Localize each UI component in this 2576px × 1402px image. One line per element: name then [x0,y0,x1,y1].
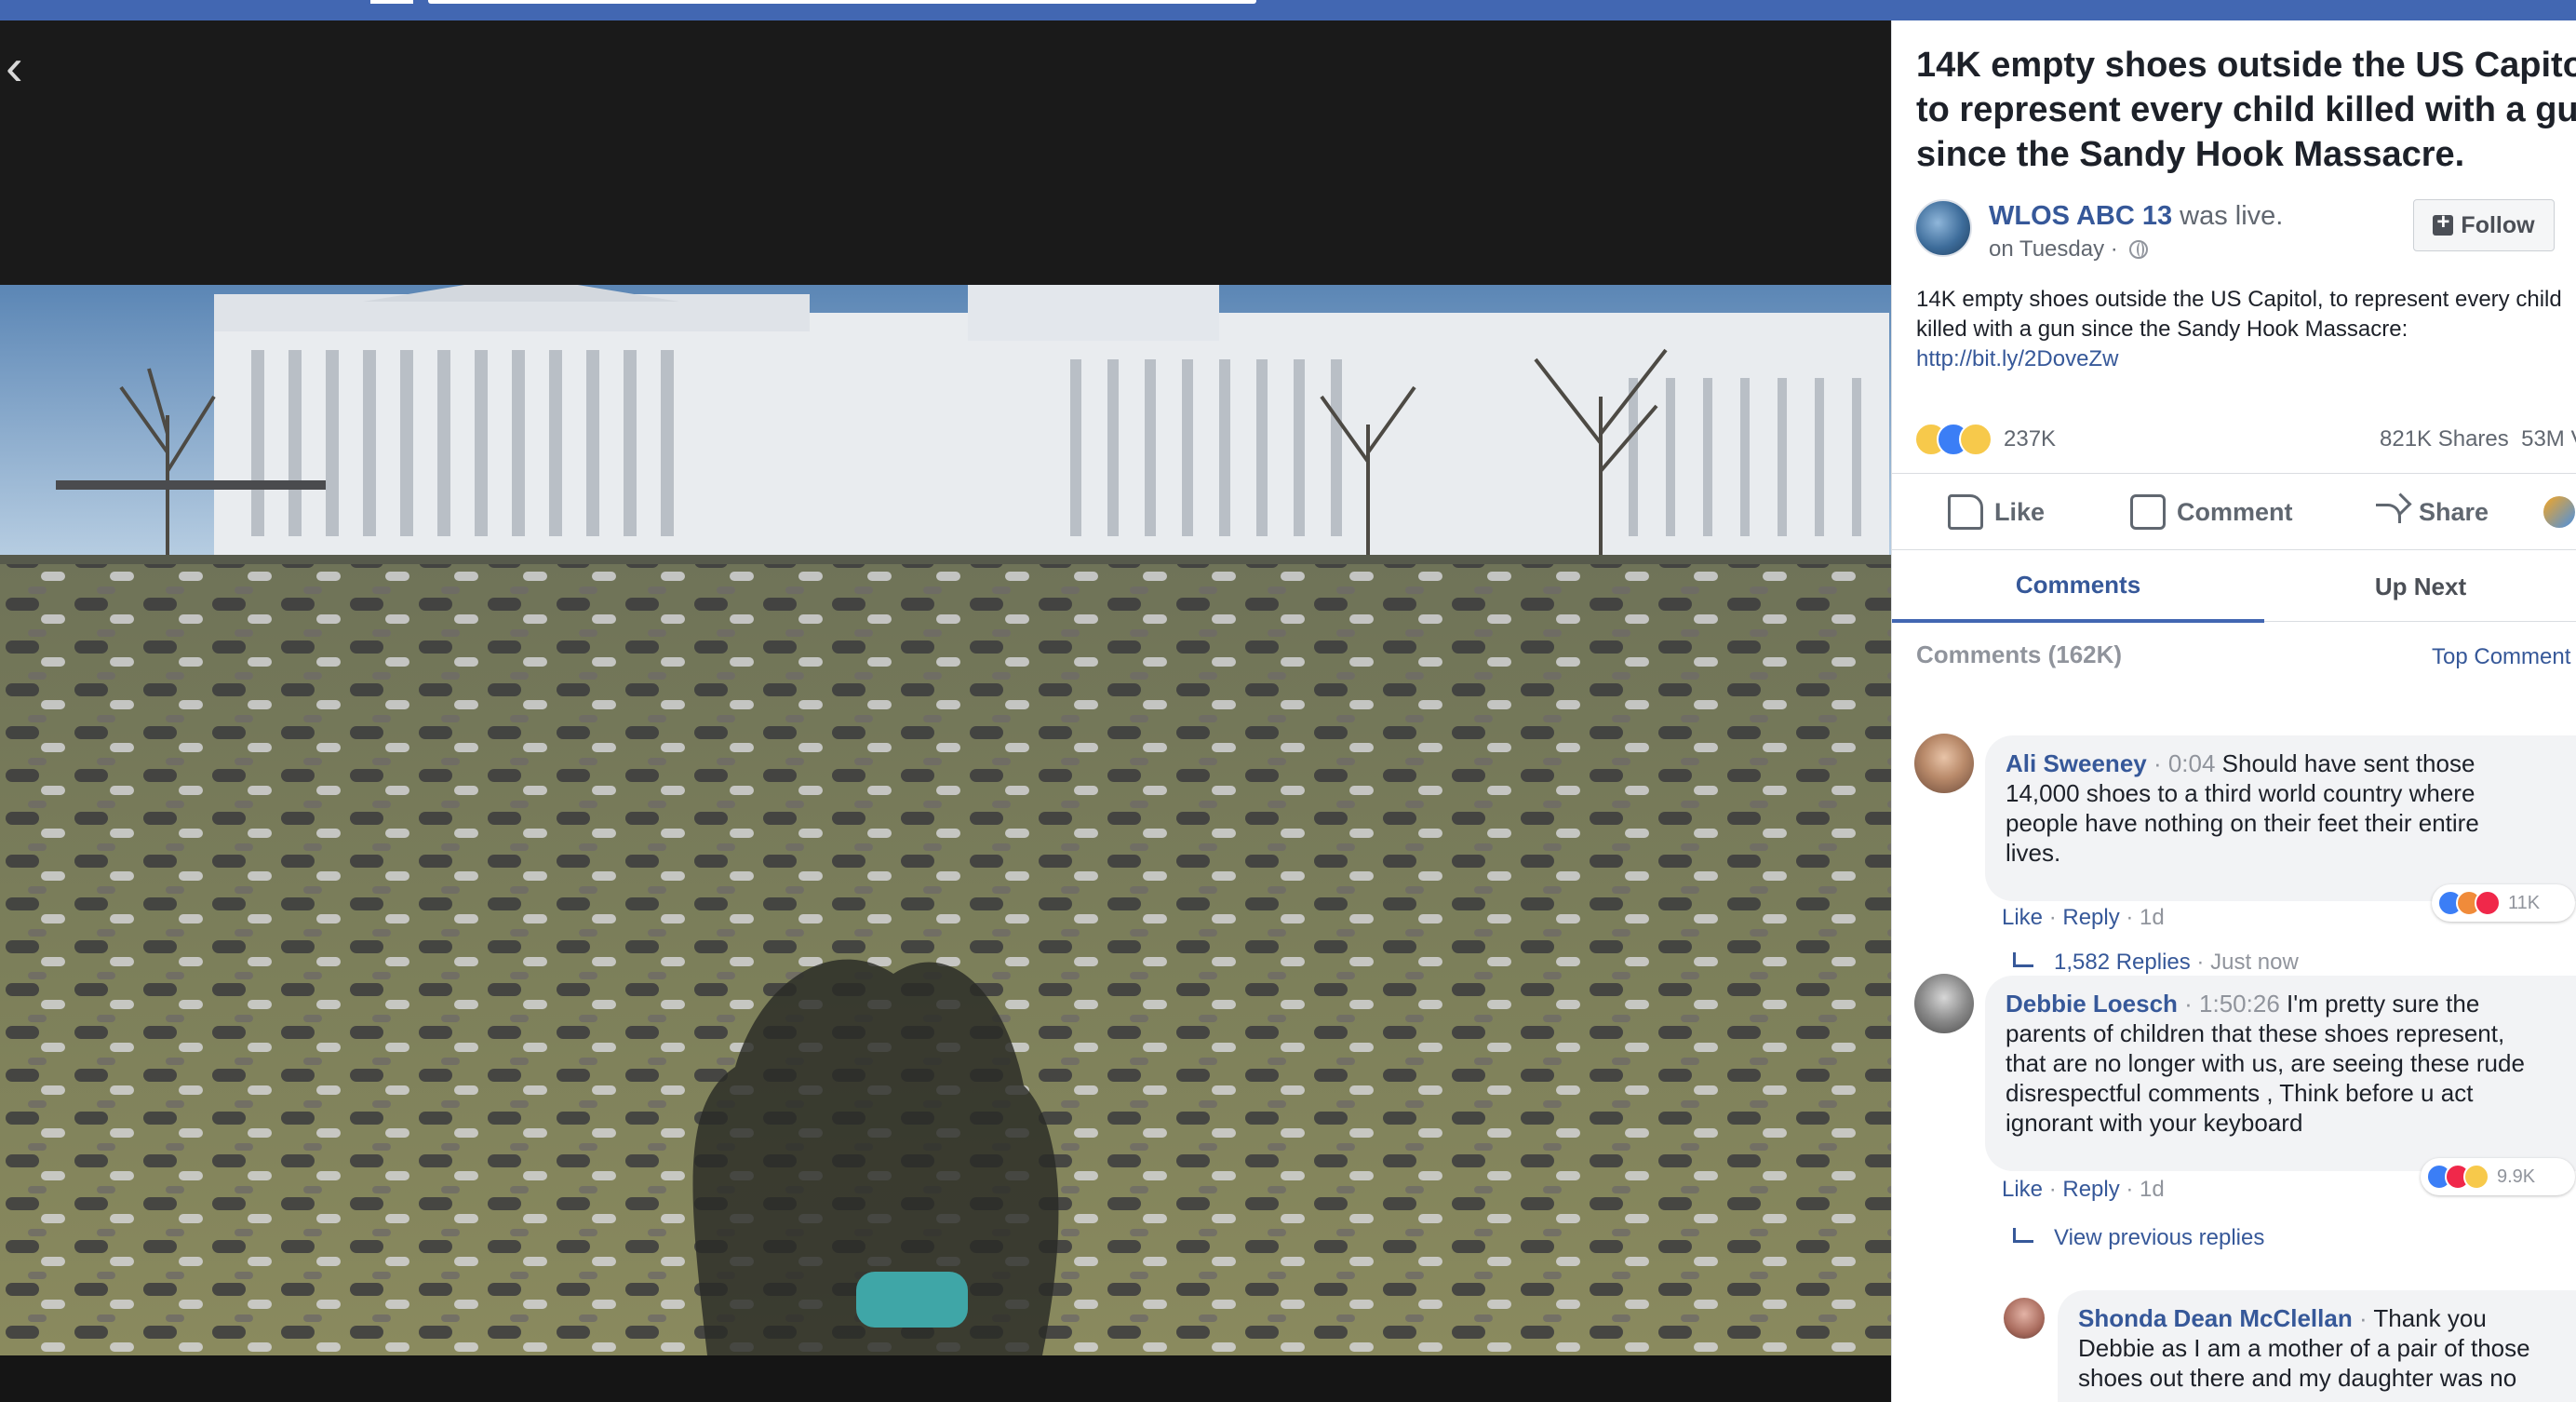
comment-reaction-count: 9.9K [2497,1166,2536,1187]
comment-label: Comment [2177,497,2293,526]
comment-text: people have nothing on their feet their … [2006,809,2479,837]
video-panel[interactable]: ‹ [0,20,1891,1402]
comment-reactions[interactable]: 9.9K [2421,1158,2575,1195]
like-button[interactable]: Like [1948,491,2045,533]
comment-actions: Like · Reply · 1d [2002,1177,2165,1202]
post-link[interactable]: http://bit.ly/2DoveZw [1916,346,2118,371]
reactions-summary[interactable]: 237K 821K Shares 53M Vie [1914,419,2576,460]
globe-icon [2129,240,2149,259]
comment-icon [2130,494,2166,530]
reactions-count[interactable]: 237K [2004,426,2056,452]
profile-selector-avatar[interactable] [2543,496,2575,528]
shares-count[interactable]: 821K Shares [2380,426,2509,452]
comment-reply-link[interactable]: Reply [2062,905,2119,930]
tab-up-next[interactable]: Up Next [2264,550,2576,623]
view-replies-link[interactable]: 1,582 Replies · Just now [2013,950,2299,976]
view-previous-replies-link[interactable]: View previous replies [2013,1225,2264,1251]
post-title: 14K empty shoes outside the US Capitol, … [1916,43,2576,177]
comment-author[interactable]: Ali Sweeney [2006,749,2147,777]
view-previous-replies-label[interactable]: View previous replies [2054,1225,2264,1250]
comment-author[interactable]: Debbie Loesch [2006,990,2178,1018]
search-icon[interactable] [370,0,413,4]
follow-label: Follow [2461,211,2535,238]
post-text-line: 14K empty shoes outside the US Capitol, … [1916,287,2562,312]
replies-time: · Just now [2190,950,2299,975]
replies-count[interactable]: 1,582 Replies [2054,950,2191,975]
comment-text: Should have sent those [2221,749,2475,777]
views-count: 53M Vie [2521,426,2576,452]
reply-bubble: Shonda Dean McClellan · Thank you Debbie… [2058,1290,2576,1402]
comment-bubble: Ali Sweeney · 0:04 Should have sent thos… [1985,735,2576,901]
comment-text: lives. [2006,839,2061,867]
comment-text: Debbie as I am a mother of a pair of tho… [2078,1334,2530,1362]
commenter-avatar[interactable] [1914,734,1974,793]
top-navigation-bar [0,0,2576,20]
sidebar-tabs: Comments Up Next [1892,549,2576,623]
comment-text: 14,000 shoes to a third world country wh… [2006,779,2475,807]
comment-reactions[interactable]: 11K [2432,884,2575,922]
comment-separator: · [2352,1304,2374,1332]
thumbs-up-icon [1948,494,1983,530]
post-text-line: killed with a gun since the Sandy Hook M… [1916,317,2408,342]
comment-reaction-count: 11K [2508,892,2541,913]
comment-text: ignorant with your keyboard [2006,1109,2303,1137]
post-description: 14K empty shoes outside the US Capitol, … [1916,285,2576,374]
post-title-line: to represent every child killed with a g… [1916,90,2576,129]
comment-age[interactable]: · 1d [2120,1177,2164,1202]
video-frame[interactable] [0,285,1891,1355]
reply-arrow-icon [2013,1228,2033,1243]
comment-sort-dropdown[interactable]: Top Comment [2432,644,2570,670]
reply-arrow-icon [2013,952,2033,967]
comment-text: disrespectful comments , Think before u … [2006,1079,2474,1107]
post-timestamp[interactable]: on Tuesday · [1989,236,2118,262]
post-title-line: since the Sandy Hook Massacre. [1916,135,2465,174]
follow-button[interactable]: Follow [2413,199,2555,251]
wow-reaction-icon [1959,423,1992,456]
comment-text: Thank you [2373,1304,2487,1332]
comment-actions: Like · Reply · 1d [2002,905,2165,930]
comment-like-link[interactable]: Like [2002,1177,2043,1202]
comment-button[interactable]: Comment [2130,491,2293,533]
video-controls-bar[interactable] [0,1355,1891,1402]
share-label: Share [2419,497,2489,526]
share-arrow-icon [2372,494,2408,530]
video-still-image [0,285,1891,1355]
commenter-avatar[interactable] [1914,974,1974,1033]
commenter-avatar[interactable] [2004,1298,2045,1339]
like-label: Like [1994,497,2046,526]
comment-like-link[interactable]: Like [2002,905,2043,930]
search-input[interactable] [428,0,1256,4]
love-reaction-icon [2475,890,2501,916]
follow-icon [2433,209,2454,236]
page-name-link[interactable]: WLOS ABC 13 [1989,201,2172,231]
haha-reaction-icon [2463,1164,2489,1190]
comment-text: shoes out there and my daughter was no [2078,1364,2517,1392]
post-title-line: 14K empty shoes outside the US Capitol, [1916,46,2576,85]
post-actions: Like Comment Share [1892,473,2576,549]
share-button[interactable]: Share [2372,491,2489,533]
comments-count: Comments (162K) [1916,640,2123,668]
comment-video-timestamp[interactable]: · 1:50:26 [2178,990,2287,1018]
comment-bubble: Debbie Loesch · 1:50:26 I'm pretty sure … [1985,976,2576,1171]
post-meta: on Tuesday · [1989,236,2149,263]
tab-comments[interactable]: Comments [1892,550,2264,623]
comment-video-timestamp[interactable]: · 0:04 [2147,749,2222,777]
comment-age[interactable]: · 1d [2120,905,2164,930]
share-view-counts: 821K Shares 53M Vie [2380,426,2576,452]
comment-author[interactable]: Shonda Dean McClellan [2078,1304,2353,1332]
page-header: WLOS ABC 13 was live. [1989,201,2283,232]
comment-reply-link[interactable]: Reply [2062,1177,2119,1202]
page-avatar[interactable] [1914,199,1972,257]
chevron-left-icon[interactable]: ‹ [6,39,43,95]
post-sidebar: 14K empty shoes outside the US Capitol, … [1891,20,2576,1402]
comment-text: parents of children that these shoes rep… [2006,1019,2505,1047]
comment-text: that are no longer with us, are seeing t… [2006,1049,2525,1077]
live-status: was live. [2172,201,2284,231]
comment-text: I'm pretty sure the [2287,990,2480,1018]
